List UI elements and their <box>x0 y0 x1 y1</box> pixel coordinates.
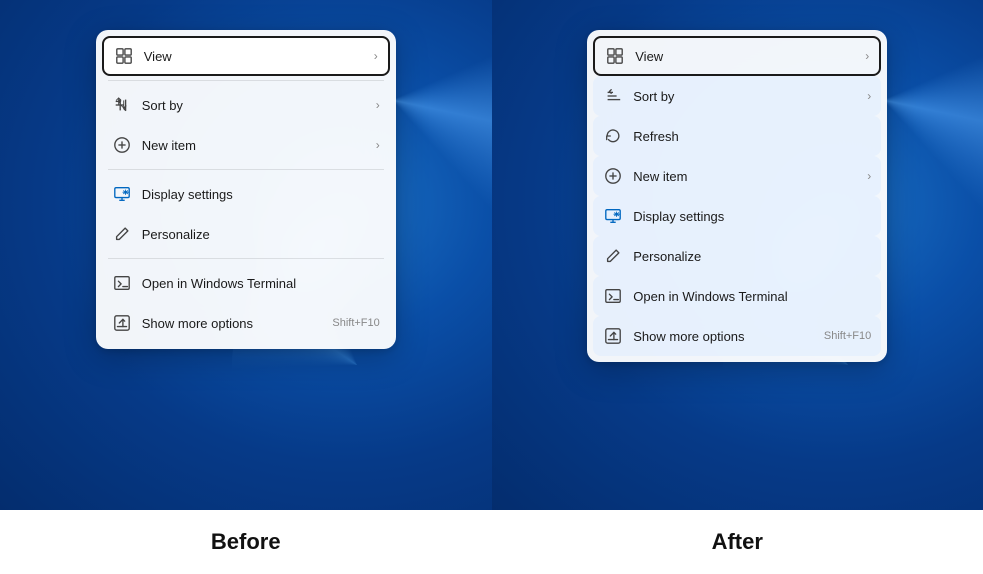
after-terminal-icon <box>603 286 623 306</box>
before-display-label: Display settings <box>142 187 380 202</box>
before-showmore-label: Show more options <box>142 316 323 331</box>
after-menu-item-showmore[interactable]: Show more options Shift+F10 <box>593 316 881 356</box>
after-plus-circle-icon <box>603 166 623 186</box>
after-showmore-shortcut: Shift+F10 <box>824 330 871 342</box>
before-newitem-arrow: › <box>376 138 380 152</box>
plus-circle-icon <box>112 135 132 155</box>
share-icon <box>112 313 132 333</box>
before-sortby-label: Sort by <box>142 98 366 113</box>
monitor-gear-icon <box>112 184 132 204</box>
before-menu-item-personalize[interactable]: Personalize <box>102 214 390 254</box>
after-share-icon <box>603 326 623 346</box>
after-menu-item-view[interactable]: View › <box>593 36 881 76</box>
before-view-arrow: › <box>374 49 378 63</box>
after-personalize-label: Personalize <box>633 249 871 264</box>
after-menu-item-terminal[interactable]: Open in Windows Terminal <box>593 276 881 316</box>
before-terminal-label: Open in Windows Terminal <box>142 276 380 291</box>
after-monitor-gear-icon <box>603 206 623 226</box>
sort-icon <box>112 95 132 115</box>
after-newitem-label: New item <box>633 169 857 184</box>
before-view-label: View <box>144 49 364 64</box>
after-grid-icon <box>605 46 625 66</box>
after-context-menu: View › Sort by › <box>587 30 887 362</box>
after-display-label: Display settings <box>633 209 871 224</box>
terminal-icon <box>112 273 132 293</box>
after-sort-icon <box>603 86 623 106</box>
after-view-arrow: › <box>865 49 869 63</box>
before-panel: View › Sort by <box>0 0 492 510</box>
before-divider-1 <box>108 80 384 81</box>
after-pencil-icon <box>603 246 623 266</box>
after-sortby-label: Sort by <box>633 89 857 104</box>
before-sortby-arrow: › <box>376 98 380 112</box>
after-showmore-label: Show more options <box>633 329 814 344</box>
after-refresh-icon <box>603 126 623 146</box>
after-refresh-label: Refresh <box>633 129 871 144</box>
panels-container: View › Sort by <box>0 0 983 510</box>
before-divider-3 <box>108 258 384 259</box>
before-divider-2 <box>108 169 384 170</box>
before-menu-item-showmore[interactable]: Show more options Shift+F10 <box>102 303 390 343</box>
after-menu-item-display[interactable]: Display settings <box>593 196 881 236</box>
before-showmore-shortcut: Shift+F10 <box>332 317 379 329</box>
after-menu-item-personalize[interactable]: Personalize <box>593 236 881 276</box>
after-menu-item-refresh[interactable]: Refresh <box>593 116 881 156</box>
before-menu-item-view[interactable]: View › <box>102 36 390 76</box>
labels-row: Before After <box>0 510 983 574</box>
pencil-icon <box>112 224 132 244</box>
before-menu-item-display[interactable]: Display settings <box>102 174 390 214</box>
before-menu-item-newitem[interactable]: New item › <box>102 125 390 165</box>
after-terminal-label: Open in Windows Terminal <box>633 289 871 304</box>
before-personalize-label: Personalize <box>142 227 380 242</box>
before-menu-item-sortby[interactable]: Sort by › <box>102 85 390 125</box>
before-context-menu: View › Sort by <box>96 30 396 349</box>
after-menu-item-sortby[interactable]: Sort by › <box>593 76 881 116</box>
after-view-label: View <box>635 49 855 64</box>
after-label: After <box>492 510 983 574</box>
before-label: Before <box>0 510 492 574</box>
after-newitem-arrow: › <box>867 169 871 183</box>
grid-icon <box>114 46 134 66</box>
after-panel: View › Sort by › <box>492 0 983 510</box>
after-sortby-arrow: › <box>867 89 871 103</box>
after-menu-item-newitem[interactable]: New item › <box>593 156 881 196</box>
before-menu-item-terminal[interactable]: Open in Windows Terminal <box>102 263 390 303</box>
before-newitem-label: New item <box>142 138 366 153</box>
